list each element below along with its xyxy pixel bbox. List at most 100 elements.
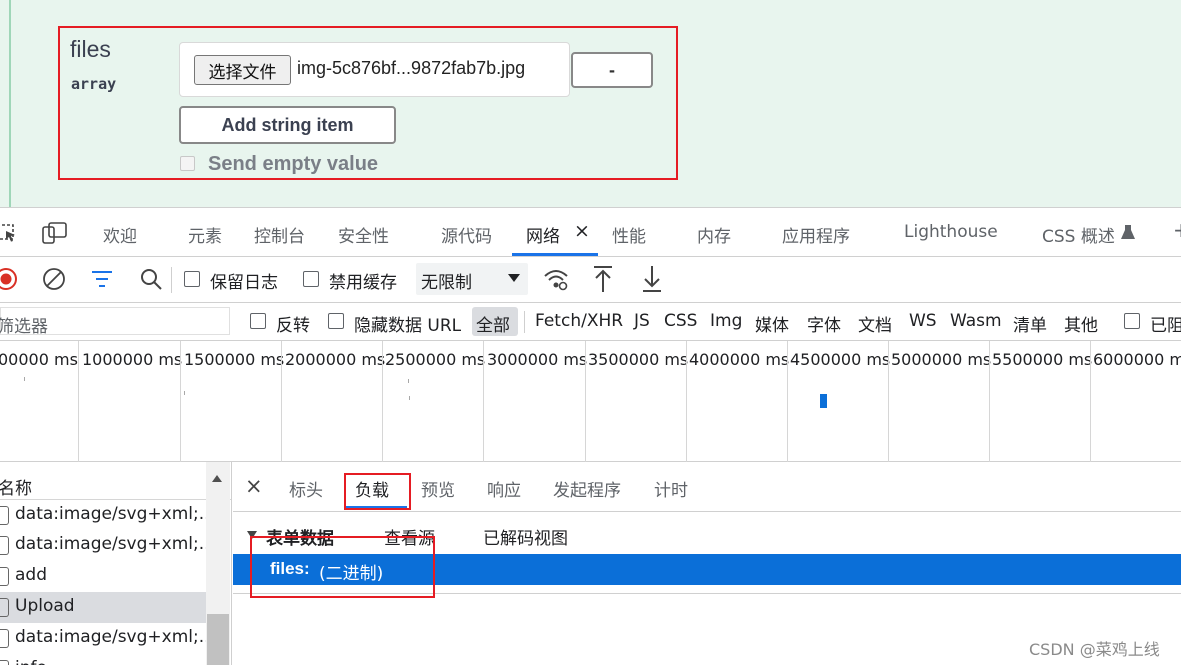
filter-type-css[interactable]: CSS bbox=[664, 311, 697, 331]
more-tabs-icon[interactable]: + bbox=[1173, 218, 1181, 242]
tick-line bbox=[281, 341, 282, 462]
network-timeline-overview[interactable]: 00000 ms 1000000 ms 1500000 ms 2000000 m… bbox=[0, 341, 1181, 462]
tab-sources[interactable]: 源代码 bbox=[441, 222, 492, 247]
request-row[interactable]: data:image/svg+xml;... bbox=[0, 623, 206, 654]
tick-line bbox=[787, 341, 788, 462]
highlight-box-form bbox=[58, 26, 678, 180]
toolbar-divider bbox=[171, 267, 172, 293]
blocked-requests-checkbox[interactable] bbox=[1124, 313, 1140, 329]
inspect-element-icon[interactable] bbox=[0, 223, 18, 243]
tab-elements[interactable]: 元素 bbox=[188, 222, 222, 247]
import-har-icon[interactable] bbox=[593, 265, 613, 293]
device-toolbar-icon[interactable] bbox=[42, 222, 68, 244]
tick-line bbox=[78, 341, 79, 462]
left-rule bbox=[9, 0, 11, 207]
tick-label: 5000000 ms bbox=[891, 350, 992, 369]
tick-line bbox=[888, 341, 889, 462]
request-row[interactable]: add bbox=[0, 561, 206, 592]
tab-preview[interactable]: 预览 bbox=[421, 476, 455, 501]
chevron-down-icon bbox=[508, 274, 520, 282]
watermark: CSDN @菜鸡上线 bbox=[1029, 640, 1160, 659]
tab-response[interactable]: 响应 bbox=[487, 476, 521, 501]
clear-icon[interactable] bbox=[42, 267, 66, 291]
scroll-up-arrow-icon[interactable] bbox=[211, 474, 223, 483]
close-network-tab-icon[interactable]: × bbox=[574, 220, 590, 242]
scrollbar-thumb[interactable] bbox=[207, 614, 229, 665]
file-icon bbox=[0, 660, 9, 665]
filter-type-other[interactable]: 其他 bbox=[1064, 311, 1098, 336]
export-har-icon[interactable] bbox=[642, 265, 662, 293]
tab-network[interactable]: 网络 bbox=[526, 222, 560, 247]
timeline-request-mark bbox=[24, 377, 25, 381]
highlight-box-payload-tab bbox=[344, 473, 411, 510]
request-name: data:image/svg+xml;... bbox=[15, 504, 206, 524]
close-detail-icon[interactable]: × bbox=[245, 474, 263, 498]
filter-type-fetch-xhr[interactable]: Fetch/XHR bbox=[535, 311, 623, 331]
filter-type-font[interactable]: 字体 bbox=[807, 311, 841, 336]
request-name: info bbox=[15, 658, 47, 665]
request-name: data:image/svg+xml;... bbox=[15, 534, 206, 554]
tick-line bbox=[382, 341, 383, 462]
record-stop-icon[interactable] bbox=[0, 267, 18, 291]
name-column-header[interactable]: 名称 bbox=[0, 474, 32, 499]
request-name: Upload bbox=[15, 596, 75, 616]
tick-label: 1000000 ms bbox=[82, 350, 183, 369]
tick-label: 2000000 ms bbox=[285, 350, 386, 369]
filter-input[interactable]: 筛选器 bbox=[0, 307, 230, 337]
file-icon bbox=[0, 567, 9, 586]
timeline-request-mark bbox=[409, 396, 410, 400]
tick-line bbox=[686, 341, 687, 462]
tab-timing[interactable]: 计时 bbox=[654, 476, 688, 501]
tab-headers[interactable]: 标头 bbox=[289, 476, 323, 501]
hide-data-urls-checkbox[interactable] bbox=[328, 313, 344, 329]
tab-security[interactable]: 安全性 bbox=[338, 222, 389, 247]
timeline-request-mark bbox=[408, 379, 409, 383]
filter-icon[interactable] bbox=[91, 269, 113, 289]
filter-type-media[interactable]: 媒体 bbox=[755, 311, 789, 336]
tick-line bbox=[1090, 341, 1091, 462]
network-toolbar: 保留日志 禁用缓存 无限制 bbox=[0, 257, 1181, 303]
request-name: data:image/svg+xml;... bbox=[15, 627, 206, 647]
filter-type-img[interactable]: Img bbox=[710, 311, 742, 331]
file-icon bbox=[0, 629, 9, 648]
timeline-request-bar bbox=[820, 394, 827, 408]
preserve-log-checkbox[interactable] bbox=[184, 271, 200, 287]
invert-checkbox[interactable] bbox=[250, 313, 266, 329]
filter-type-ws[interactable]: WS bbox=[909, 311, 937, 331]
timeline-request-mark bbox=[184, 391, 185, 395]
request-row[interactable]: data:image/svg+xml;... bbox=[0, 500, 206, 531]
filter-bar: 筛选器 反转 隐藏数据 URL 全部 Fetch/XHR JS CSS Img … bbox=[0, 303, 1181, 341]
tab-css-overview[interactable]: CSS 概述 bbox=[1042, 222, 1115, 247]
tab-performance[interactable]: 性能 bbox=[612, 222, 646, 247]
request-name: add bbox=[15, 565, 47, 585]
disable-cache-checkbox[interactable] bbox=[303, 271, 319, 287]
request-row-selected[interactable]: Upload bbox=[0, 592, 206, 623]
filter-type-manifest[interactable]: 清单 bbox=[1013, 311, 1047, 336]
request-row[interactable]: data:image/svg+xml;... bbox=[0, 530, 206, 561]
tab-lighthouse[interactable]: Lighthouse bbox=[904, 222, 998, 242]
filter-type-wasm[interactable]: Wasm bbox=[950, 311, 1002, 331]
blocked-requests-label: 已阻 bbox=[1150, 316, 1181, 336]
tick-label: 3000000 ms bbox=[487, 350, 588, 369]
filter-type-js[interactable]: JS bbox=[634, 311, 650, 331]
file-icon bbox=[0, 536, 9, 555]
tick-label: 2500000 ms bbox=[385, 350, 486, 369]
network-conditions-icon[interactable] bbox=[543, 267, 569, 291]
filter-type-doc[interactable]: 文档 bbox=[858, 311, 892, 336]
tick-label: 5500000 ms bbox=[992, 350, 1093, 369]
tab-initiator[interactable]: 发起程序 bbox=[553, 476, 621, 501]
tick-line bbox=[180, 341, 181, 462]
request-row[interactable]: info bbox=[0, 654, 206, 665]
tab-welcome[interactable]: 欢迎 bbox=[103, 222, 137, 247]
tick-line bbox=[483, 341, 484, 462]
tab-application[interactable]: 应用程序 bbox=[782, 222, 850, 247]
tick-label: 1500000 ms bbox=[184, 350, 285, 369]
request-list-header: 名称 bbox=[0, 462, 231, 500]
search-icon[interactable] bbox=[139, 267, 163, 291]
tab-memory[interactable]: 内存 bbox=[697, 222, 731, 247]
filter-type-all[interactable]: 全部 bbox=[476, 311, 510, 336]
filter-placeholder: 筛选器 bbox=[0, 317, 48, 337]
tick-label: 4000000 ms bbox=[689, 350, 790, 369]
tab-console[interactable]: 控制台 bbox=[254, 222, 305, 247]
view-decoded-link[interactable]: 已解码视图 bbox=[483, 524, 568, 549]
